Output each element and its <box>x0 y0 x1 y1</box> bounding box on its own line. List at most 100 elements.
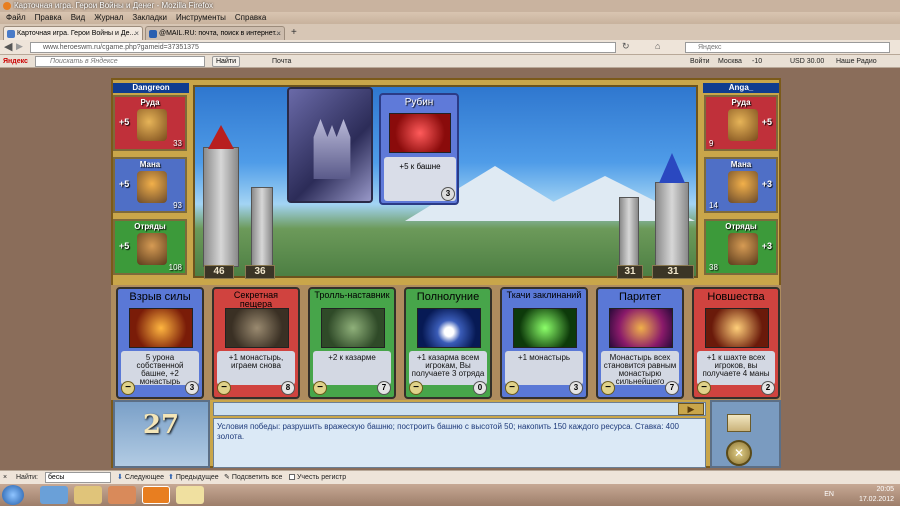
menu-help[interactable]: Справка <box>235 12 266 24</box>
right-wall <box>619 197 639 267</box>
home-icon[interactable]: ⌂ <box>655 41 660 51</box>
left-tower <box>203 147 239 267</box>
troops-amount: 38 <box>709 263 718 272</box>
taskbar-folder-icon[interactable] <box>176 486 204 504</box>
clock-date[interactable]: 17.02.2012 <box>859 495 894 505</box>
right-player-name: Anga_ <box>703 83 779 93</box>
find-bar: × Найти: бесы ⬇ Следующее ⬆ Предыдущее ✎… <box>0 470 900 484</box>
left-tower-roof <box>208 125 234 149</box>
discard-button[interactable]: − <box>121 381 135 395</box>
find-next-button[interactable]: ⬇ Следующее <box>117 471 164 484</box>
played-card: Рубин +5 к башне 3 <box>379 93 459 205</box>
window-title: Карточная игра. Герои Войны и Денег - Mo… <box>14 1 214 10</box>
monastery-icon <box>137 171 167 203</box>
search-input[interactable]: Яндекс <box>685 42 890 53</box>
hand-card-4[interactable]: Полнолуние +1 казарма всем игрокам, Вы п… <box>404 287 492 399</box>
tab-favicon-icon <box>7 30 15 38</box>
city-label[interactable]: Москва <box>718 55 742 68</box>
menu-view[interactable]: Вид <box>71 12 85 24</box>
highlight-all-button[interactable]: ✎ Подсветить все <box>224 471 282 484</box>
right-troops-card: Отряды +3 38 <box>704 219 778 275</box>
discard-button[interactable]: − <box>697 381 711 395</box>
highlight-icon: ✎ <box>224 474 230 481</box>
back-icon[interactable]: ◀ <box>4 40 12 53</box>
find-input[interactable]: бесы <box>45 472 111 483</box>
deck-card-back <box>287 87 373 203</box>
highlight-label: Подсветить все <box>231 474 283 481</box>
url-input[interactable]: www.heroeswm.ru/cgame.php?gameid=3735137… <box>30 42 616 53</box>
menu-history[interactable]: Журнал <box>94 12 123 24</box>
arrow-up-icon: ⬆ <box>168 474 174 481</box>
scroll-icon[interactable] <box>727 414 751 432</box>
tab-mail[interactable]: @MAIL.RU: почта, поиск в интернет... × <box>145 26 285 40</box>
system-tray: EN 20:05 17.02.2012 <box>824 484 894 506</box>
login-link[interactable]: Войти <box>690 55 710 68</box>
ore-label: Руда <box>731 98 751 107</box>
discard-button[interactable]: − <box>601 381 615 395</box>
menu-edit[interactable]: Правка <box>35 12 62 24</box>
yandex-logo[interactable]: Яндекс <box>3 55 28 68</box>
card-cost: 0 <box>473 381 487 395</box>
close-icon[interactable]: × <box>3 471 7 484</box>
arrow-down-icon: ⬇ <box>117 474 123 481</box>
card-description: +1 монастырь <box>505 351 583 385</box>
right-mana-card: Мана +3 14 <box>704 157 778 213</box>
hand-card-2[interactable]: Секретная пещера +1 монастырь, играем сн… <box>212 287 300 399</box>
right-tower-roof <box>659 153 685 183</box>
mana-label: Мана <box>730 160 752 169</box>
discard-button[interactable]: − <box>313 381 327 395</box>
discard-button[interactable]: − <box>409 381 423 395</box>
mana-amount: 93 <box>173 201 182 210</box>
chat-input[interactable] <box>213 402 706 416</box>
hand-card-6[interactable]: Паритет Монастырь всех становится равным… <box>596 287 684 399</box>
match-case-checkbox[interactable]: Учесть регистр <box>289 471 346 484</box>
discard-button[interactable]: − <box>217 381 231 395</box>
clock-time[interactable]: 20:05 <box>859 485 894 495</box>
card-title: Секретная пещера <box>233 290 279 309</box>
forward-icon[interactable]: ▶ <box>16 41 23 52</box>
start-button[interactable] <box>2 485 24 505</box>
menu-file[interactable]: Файл <box>6 12 26 24</box>
new-tab-button[interactable]: + <box>287 26 301 40</box>
troops-income: +3 <box>761 241 772 251</box>
tab-label: Карточная игра. Герои Войны и Де... <box>17 30 136 37</box>
taskbar-media-icon[interactable] <box>108 486 136 504</box>
card-cost: 7 <box>665 381 679 395</box>
tab-close-icon[interactable]: × <box>276 27 281 40</box>
taskbar-explorer-icon[interactable] <box>74 486 102 504</box>
reload-icon[interactable]: ↻ <box>622 41 630 52</box>
taskbar-ie-icon[interactable] <box>40 486 68 504</box>
mail-link[interactable]: Почта <box>272 55 291 68</box>
language-indicator[interactable]: EN <box>824 490 834 500</box>
temperature-label[interactable]: -10 <box>752 55 762 68</box>
mine-icon <box>728 109 758 141</box>
taskbar-firefox-icon[interactable] <box>142 486 170 504</box>
right-tower <box>655 182 689 267</box>
tab-game[interactable]: Карточная игра. Герои Войны и Де... × <box>3 26 143 40</box>
hand-card-5[interactable]: Ткачи заклинаний +1 монастырь − 3 <box>500 287 588 399</box>
discard-button[interactable]: − <box>505 381 519 395</box>
match-case-label: Учесть регистр <box>296 474 347 481</box>
send-arrow-icon[interactable]: ▶ <box>678 403 704 415</box>
ore-label: Руда <box>140 98 160 107</box>
radio-link[interactable]: Наше Радио <box>836 55 877 68</box>
troops-label: Отряды <box>725 222 757 231</box>
card-cost: 3 <box>441 187 455 201</box>
hand-card-1[interactable]: Взрыв силы 5 урона собственной башне, +2… <box>116 287 204 399</box>
left-ore-card: Руда +5 33 <box>113 95 187 151</box>
surrender-icon[interactable]: ✕ <box>726 440 752 466</box>
yandex-search-input[interactable]: Поискать в Яндексе <box>35 56 205 67</box>
yandex-find-button[interactable]: Найти <box>212 56 240 67</box>
tab-close-icon[interactable]: × <box>134 27 139 40</box>
hand-card-3[interactable]: Тролль-наставник +2 к казарме − 7 <box>308 287 396 399</box>
full-moon-icon <box>417 308 481 348</box>
card-description: 5 урона собственной башне, +2 монастырь <box>121 351 199 385</box>
menu-tools[interactable]: Инструменты <box>176 12 226 24</box>
find-prev-button[interactable]: ⬆ Предыдущее <box>168 471 219 484</box>
card-title: Ткачи заклинаний <box>506 290 582 300</box>
usd-rate-label[interactable]: USD 30.00 <box>790 55 824 68</box>
card-cost: 3 <box>185 381 199 395</box>
menu-bookmarks[interactable]: Закладки <box>132 12 167 24</box>
find-next-label: Следующее <box>124 474 165 481</box>
hand-card-7[interactable]: Новшества +1 к шахте всех игроков, вы по… <box>692 287 780 399</box>
